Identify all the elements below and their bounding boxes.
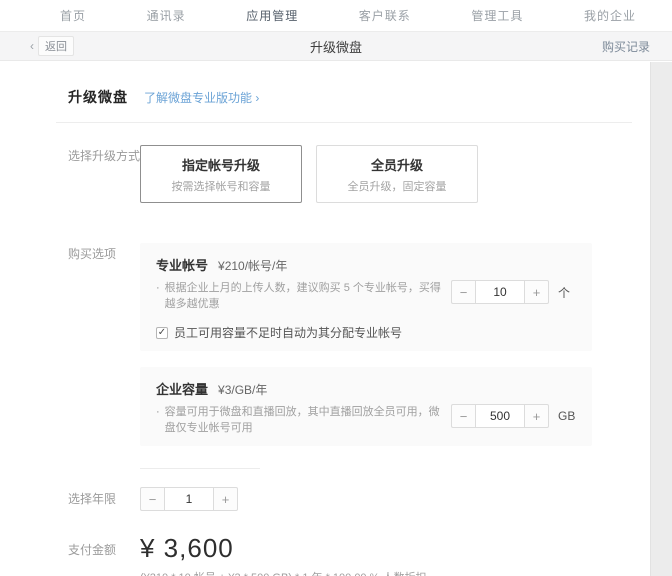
pro-account-box: 专业帐号 ¥210/帐号/年 · 根据企业上月的上传人数，建议购买 5 个专业帐… bbox=[140, 243, 592, 351]
upgrade-mode-label: 选择升级方式 bbox=[68, 149, 141, 163]
nav-tab-home[interactable]: 首页 bbox=[58, 0, 88, 32]
accounts-unit: 个 bbox=[558, 285, 571, 300]
nav-tab-customer[interactable]: 客户联系 bbox=[357, 0, 413, 32]
nav-tab-admin-tools[interactable]: 管理工具 bbox=[469, 0, 525, 32]
nav-tab-app-management[interactable]: 应用管理 bbox=[238, 0, 307, 33]
decrease-capacity-button[interactable]: − bbox=[451, 404, 475, 428]
checkbox-checked-icon[interactable]: ✓ bbox=[156, 326, 168, 339]
purchase-options-label: 购买选项 bbox=[68, 247, 117, 261]
accounts-count-input[interactable]: 10 bbox=[475, 280, 525, 304]
duration-stepper: − 1 + bbox=[140, 487, 238, 511]
decrease-years-button[interactable]: − bbox=[140, 487, 164, 511]
purchase-option-boxes: 专业帐号 ¥210/帐号/年 · 根据企业上月的上传人数，建议购买 5 个专业帐… bbox=[140, 243, 592, 446]
purchase-options-row: 购买选项 专业帐号 ¥210/帐号/年 · 根据企业上月的上传人数，建议购买 5… bbox=[68, 243, 632, 446]
pro-account-desc-text: 根据企业上月的上传人数，建议购买 5 个专业帐号，买得越多越优惠 bbox=[164, 282, 441, 310]
capacity-name: 企业容量 bbox=[156, 382, 209, 397]
pro-account-price: ¥210/帐号/年 bbox=[218, 259, 288, 273]
capacity-price: ¥3/GB/年 bbox=[218, 383, 268, 397]
main-content: 升级微盘 了解微盘专业版功能 › 选择升级方式 指定帐号升级 按需选择帐号和容量… bbox=[0, 61, 672, 576]
payment-amount: ¥ 3,600 bbox=[140, 533, 234, 563]
summary-divider bbox=[140, 468, 260, 469]
pro-account-name: 专业帐号 bbox=[156, 258, 209, 273]
years-input[interactable]: 1 bbox=[164, 487, 214, 511]
purchase-records-link[interactable]: 购买记录 bbox=[602, 38, 650, 55]
auto-assign-checkbox-row[interactable]: ✓ 员工可用容量不足时自动为其分配专业帐号 bbox=[156, 324, 578, 341]
section-title: 升级微盘 bbox=[68, 89, 128, 105]
card-title: 全员升级 bbox=[370, 157, 423, 173]
increase-capacity-button[interactable]: + bbox=[525, 404, 549, 428]
payment-detail: ¥ 3,600 (¥210 * 10 帐号 + ¥3 * 500 GB) * 1… bbox=[140, 533, 426, 576]
pro-account-body: · 根据企业上月的上传人数，建议购买 5 个专业帐号，买得越多越优惠 − 10 … bbox=[156, 280, 578, 312]
page-header: ‹ 返回 升级微盘 购买记录 bbox=[0, 31, 672, 61]
capacity-unit: GB bbox=[558, 409, 576, 423]
auto-assign-label: 员工可用容量不足时自动为其分配专业帐号 bbox=[174, 326, 403, 340]
payment-formula: (¥210 * 10 帐号 + ¥3 * 500 GB) * 1 年 * 100… bbox=[140, 569, 426, 576]
payment-label: 支付金额 bbox=[68, 543, 117, 557]
upgrade-mode-cards: 指定帐号升级 按需选择帐号和容量 全员升级 全员升级，固定容量 bbox=[140, 145, 478, 203]
payment-row: 支付金额 ¥ 3,600 (¥210 * 10 帐号 + ¥3 * 500 GB… bbox=[68, 533, 632, 576]
top-nav: 首页 通讯录 应用管理 客户联系 管理工具 我的企业 bbox=[0, 0, 672, 33]
duration-row: 选择年限 − 1 + bbox=[68, 487, 632, 511]
nav-tab-my-company[interactable]: 我的企业 bbox=[582, 0, 638, 32]
nav-tab-contacts[interactable]: 通讯录 bbox=[145, 0, 188, 32]
capacity-input[interactable]: 500 bbox=[475, 404, 525, 428]
title-divider bbox=[56, 122, 632, 123]
title-bar: 升级微盘 了解微盘专业版功能 › bbox=[68, 87, 632, 107]
pro-account-stepper: − 10 + 个 bbox=[451, 280, 578, 304]
capacity-head: 企业容量 ¥3/GB/年 bbox=[156, 379, 578, 398]
pro-account-head: 专业帐号 ¥210/帐号/年 bbox=[156, 255, 578, 274]
increase-years-button[interactable]: + bbox=[214, 487, 238, 511]
right-gutter bbox=[650, 62, 672, 576]
option-card-all-members[interactable]: 全员升级 全员升级，固定容量 bbox=[316, 145, 478, 203]
increase-accounts-button[interactable]: + bbox=[525, 280, 549, 304]
page-title: 升级微盘 bbox=[309, 39, 362, 55]
card-desc: 全员升级，固定容量 bbox=[347, 180, 447, 193]
capacity-desc: · 容量可用于微盘和直播回放，其中直播回放全员可用，微盘仅专业帐号可用 bbox=[156, 404, 448, 436]
capacity-body: · 容量可用于微盘和直播回放，其中直播回放全员可用，微盘仅专业帐号可用 − 50… bbox=[156, 404, 578, 436]
decrease-accounts-button[interactable]: − bbox=[451, 280, 475, 304]
option-card-specified-accounts[interactable]: 指定帐号升级 按需选择帐号和容量 bbox=[140, 145, 302, 203]
upgrade-mode-row: 选择升级方式 指定帐号升级 按需选择帐号和容量 全员升级 全员升级，固定容量 bbox=[68, 145, 632, 203]
learn-more-link[interactable]: 了解微盘专业版功能 › bbox=[144, 89, 259, 106]
duration-label: 选择年限 bbox=[68, 492, 117, 506]
upgrade-wedrive-page: 首页 通讯录 应用管理 客户联系 管理工具 我的企业 ‹ 返回 升级微盘 购买记… bbox=[0, 0, 672, 576]
capacity-box: 企业容量 ¥3/GB/年 · 容量可用于微盘和直播回放，其中直播回放全员可用，微… bbox=[140, 367, 592, 446]
bullet-icon: · bbox=[156, 406, 160, 418]
card-desc: 按需选择帐号和容量 bbox=[171, 180, 271, 193]
capacity-stepper: − 500 + GB bbox=[451, 404, 578, 428]
bullet-icon: · bbox=[156, 282, 160, 294]
card-title: 指定帐号升级 bbox=[181, 157, 260, 173]
capacity-desc-text: 容量可用于微盘和直播回放，其中直播回放全员可用，微盘仅专业帐号可用 bbox=[164, 406, 440, 434]
pro-account-desc: · 根据企业上月的上传人数，建议购买 5 个专业帐号，买得越多越优惠 bbox=[156, 280, 448, 312]
